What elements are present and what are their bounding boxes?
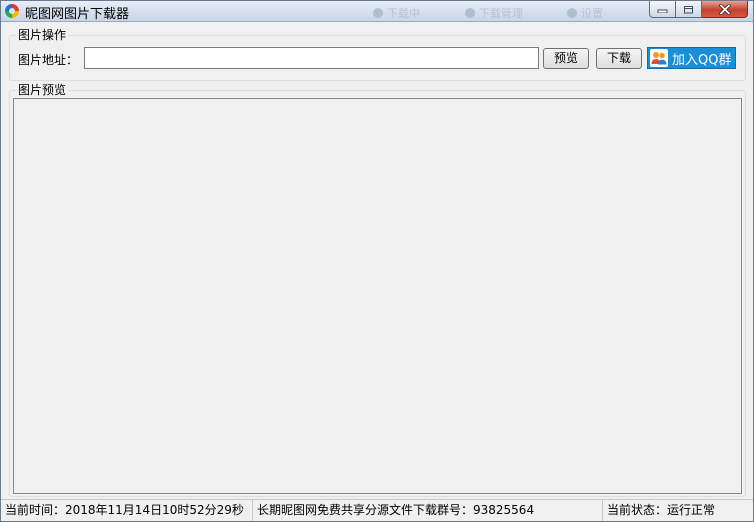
preview-legend: 图片预览 [16,83,69,97]
operations-legend: 图片操作 [16,28,69,42]
ghost-tab-1: 下载中 [373,5,420,21]
join-qq-group-label: 加入QQ群 [672,52,732,68]
image-preview-group: 图片预览 [9,83,746,497]
ghost-tab-2: 下载管理 [465,5,523,21]
minimize-button[interactable] [649,1,676,18]
window-title: 昵图网图片下载器 [25,7,130,22]
app-logo-icon [5,4,19,18]
image-url-input[interactable] [84,47,539,69]
join-qq-group-button[interactable]: 加入QQ群 [647,47,736,69]
image-url-label: 图片地址： [18,53,79,67]
title-bar[interactable]: 昵图网图片下载器 下载中 下载管理 设置 [1,1,753,22]
close-button[interactable] [702,1,748,18]
ghost-tab-3: 设置 [567,5,603,21]
image-operations-group: 图片操作 图片地址： 预览 下载 加入QQ群 [9,28,746,81]
qq-group-icon [650,49,668,67]
preview-button[interactable]: 预览 [543,48,589,69]
minimize-icon [657,9,668,13]
maximize-button[interactable] [676,1,702,18]
status-current-time: 当前时间：2018年11月14日10时52分29秒 [1,500,253,521]
app-window: 昵图网图片下载器 下载中 下载管理 设置 图片操作 图片地址： 预览 下载 加入… [0,0,754,522]
window-controls [649,1,748,18]
maximize-icon [684,5,693,13]
status-running-state: 当前状态：运行正常 [607,503,716,517]
status-qq-group-info: 长期昵图网免费共享分源文件下载群号：93825564 [253,500,603,521]
close-icon [718,3,731,15]
image-preview-area [13,98,742,494]
status-bar: 当前时间：2018年11月14日10时52分29秒 长期昵图网免费共享分源文件下… [1,499,753,521]
download-button[interactable]: 下载 [596,48,642,69]
